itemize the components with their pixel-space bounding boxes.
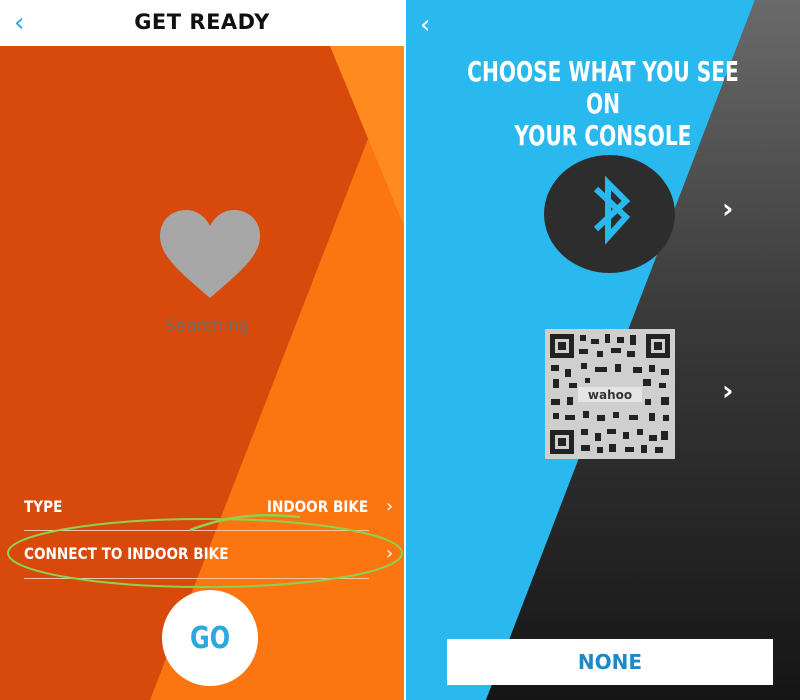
- get-ready-screen: ‹ GET READY Searching TYPE INDOOR BIKE ›…: [0, 0, 404, 700]
- go-button[interactable]: GO: [162, 590, 258, 686]
- title-line-1: CHOOSE WHAT YOU SEE ON: [467, 55, 739, 120]
- title-line-2: YOUR CONSOLE: [514, 119, 692, 152]
- qr-wahoo-label: wahoo: [588, 388, 632, 402]
- console-select-screen: ‹ CHOOSE WHAT YOU SEE ON YOUR CONSOLE ›: [406, 0, 800, 700]
- page-title: CHOOSE WHAT YOU SEE ON YOUR CONSOLE: [406, 56, 800, 152]
- chevron-right-icon: ›: [722, 374, 734, 407]
- none-label: NONE: [577, 650, 643, 674]
- qr-code-icon: wahoo: [545, 329, 675, 459]
- heart-icon: [160, 210, 260, 298]
- bluetooth-circle: [544, 155, 675, 273]
- searching-status: Searching: [165, 316, 250, 336]
- qr-pattern: wahoo: [545, 329, 675, 459]
- none-button[interactable]: NONE: [447, 639, 773, 685]
- bluetooth-icon: [593, 175, 631, 245]
- back-icon[interactable]: ‹: [420, 10, 430, 40]
- chevron-right-icon: ›: [722, 192, 734, 225]
- top-bar: ‹ GET READY: [0, 0, 404, 46]
- page-title: GET READY: [134, 10, 270, 34]
- go-label: GO: [189, 620, 231, 656]
